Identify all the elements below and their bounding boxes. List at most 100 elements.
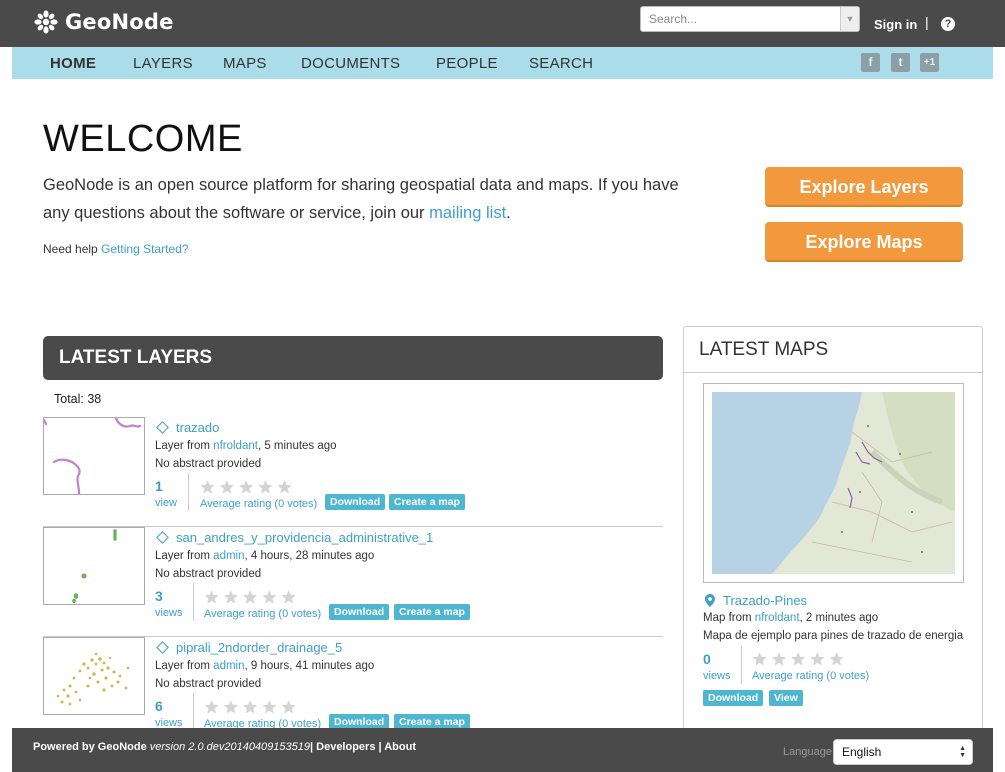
star-icon[interactable]: ★ (281, 699, 296, 716)
language-select[interactable]: English ▲ ▼ (833, 739, 973, 765)
layer-title-link[interactable]: trazado (155, 420, 219, 435)
layer-name[interactable]: san_andres_y_providencia_administrative_… (176, 530, 433, 545)
average-rating-link[interactable]: Average rating (0 votes) (204, 608, 321, 620)
nav-maps[interactable]: MAPS (223, 55, 267, 72)
nav-layers[interactable]: LAYERS (133, 55, 193, 72)
star-icon[interactable]: ★ (262, 699, 277, 716)
layer-meta-time: , 5 minutes ago (257, 440, 337, 452)
layer-abstract: No abstract provided (155, 568, 262, 580)
layer-name[interactable]: piprali_2ndorder_drainage_5 (176, 640, 342, 655)
star-icon[interactable]: ★ (771, 651, 786, 668)
star-icon[interactable]: ★ (219, 479, 234, 496)
layer-meta: Layer from nfroldant, 5 minutes ago (155, 440, 337, 452)
create-map-button[interactable]: Create a map (389, 494, 465, 510)
rating-stars[interactable]: ★ ★ ★ ★ ★ (204, 589, 300, 606)
mailing-list-link[interactable]: mailing list (429, 204, 506, 222)
chevron-down-icon: ▼ (845, 14, 855, 24)
geonode-flower-icon (34, 10, 58, 34)
layer-title-link[interactable]: piprali_2ndorder_drainage_5 (155, 640, 342, 655)
map-title-link[interactable]: Trazado-Pines (705, 593, 807, 608)
layer-item: san_andres_y_providencia_administrative_… (43, 527, 663, 637)
star-icon[interactable]: ★ (223, 589, 238, 606)
nav-people[interactable]: PEOPLE (436, 55, 498, 72)
layer-owner-link[interactable]: nfroldant (213, 440, 258, 452)
main-nav: HOME LAYERS MAPS DOCUMENTS PEOPLE SEARCH… (12, 47, 993, 79)
rating-stars[interactable]: ★ ★ ★ ★ ★ (200, 479, 296, 496)
divider (741, 646, 742, 684)
star-icon[interactable]: ★ (281, 589, 296, 606)
layer-owner-link[interactable]: admin (213, 660, 244, 672)
help-icon[interactable]: ? (941, 17, 955, 31)
star-icon[interactable]: ★ (258, 479, 273, 496)
getting-started-link[interactable]: Getting Started? (101, 242, 188, 256)
layer-title-link[interactable]: san_andres_y_providencia_administrative_… (155, 530, 433, 545)
select-arrows-icon: ▲ ▼ (959, 745, 966, 759)
map-view-count: 0 (703, 651, 711, 667)
layer-item: trazado Layer from nfroldant, 5 minutes … (43, 417, 663, 527)
star-icon[interactable]: ★ (204, 699, 219, 716)
twitter-icon[interactable]: t (891, 53, 910, 72)
sign-in-link[interactable]: Sign in (874, 17, 917, 32)
star-icon[interactable]: ★ (752, 651, 767, 668)
layer-name[interactable]: trazado (176, 420, 219, 435)
search-input[interactable] (641, 7, 840, 31)
search-dropdown-button[interactable]: ▼ (840, 7, 859, 31)
download-button[interactable]: Download (329, 604, 390, 620)
need-help-text: Need help Getting Started? (43, 242, 188, 256)
star-icon[interactable]: ★ (243, 699, 258, 716)
map-marker-icon (705, 594, 715, 607)
footer: Powered by GeoNode version 2.0.dev201404… (12, 728, 993, 772)
google-plus-icon[interactable]: +1 (920, 53, 939, 72)
divider (193, 693, 194, 731)
star-icon[interactable]: ★ (239, 479, 254, 496)
facebook-icon[interactable]: f (861, 53, 880, 72)
explore-maps-button[interactable]: Explore Maps (765, 222, 963, 262)
create-map-button[interactable]: Create a map (394, 604, 470, 620)
layer-abstract: No abstract provided (155, 458, 262, 470)
layer-thumbnail[interactable] (43, 527, 145, 605)
search-box: ▼ (640, 6, 860, 32)
explore-layers-button[interactable]: Explore Layers (765, 167, 963, 207)
rating-stars[interactable]: ★ ★ ★ ★ ★ (752, 651, 848, 668)
view-button[interactable]: View (769, 690, 803, 706)
layer-abstract: No abstract provided (155, 678, 262, 690)
view-count-label: view (155, 497, 178, 509)
star-icon[interactable]: ★ (791, 651, 806, 668)
nav-home[interactable]: HOME (50, 55, 96, 72)
layer-owner-link[interactable]: admin (213, 550, 244, 562)
star-icon[interactable]: ★ (204, 589, 219, 606)
layer-icon (156, 531, 169, 544)
latest-maps-header: LATEST MAPS (684, 327, 982, 373)
powered-by-text: Powered by GeoNode (33, 741, 150, 753)
map-thumbnail[interactable] (703, 383, 964, 583)
geonode-logo[interactable]: GeoNode (33, 9, 174, 35)
download-button[interactable]: Download (703, 690, 764, 706)
need-help-prefix: Need help (43, 242, 102, 256)
star-icon[interactable]: ★ (829, 651, 844, 668)
intro-text-end: . (506, 204, 511, 222)
view-count: 6 (155, 698, 163, 714)
rating-stars[interactable]: ★ ★ ★ ★ ★ (204, 699, 300, 716)
star-icon[interactable]: ★ (277, 479, 292, 496)
layer-thumbnail[interactable] (43, 417, 145, 495)
layer-icon (156, 641, 169, 654)
language-value: English (842, 745, 882, 759)
map-preview-image (712, 392, 955, 574)
average-rating-link[interactable]: Average rating (0 votes) (752, 670, 869, 682)
star-icon[interactable]: ★ (243, 589, 258, 606)
star-icon[interactable]: ★ (810, 651, 825, 668)
view-count: 1 (155, 478, 163, 494)
footer-credits: Powered by GeoNode version 2.0.dev201404… (33, 741, 416, 753)
nav-documents[interactable]: DOCUMENTS (301, 55, 400, 72)
star-icon[interactable]: ★ (200, 479, 215, 496)
average-rating-link[interactable]: Average rating (0 votes) (200, 498, 317, 510)
star-icon[interactable]: ★ (262, 589, 277, 606)
star-icon[interactable]: ★ (223, 699, 238, 716)
map-owner-link[interactable]: nfroldant (755, 612, 800, 624)
download-button[interactable]: Download (325, 494, 386, 510)
footer-links[interactable]: | Developers | About (310, 741, 416, 753)
topbar-separator: | (925, 14, 929, 30)
map-name[interactable]: Trazado-Pines (723, 593, 807, 608)
layer-thumbnail[interactable] (43, 637, 145, 715)
nav-search[interactable]: SEARCH (529, 55, 593, 72)
